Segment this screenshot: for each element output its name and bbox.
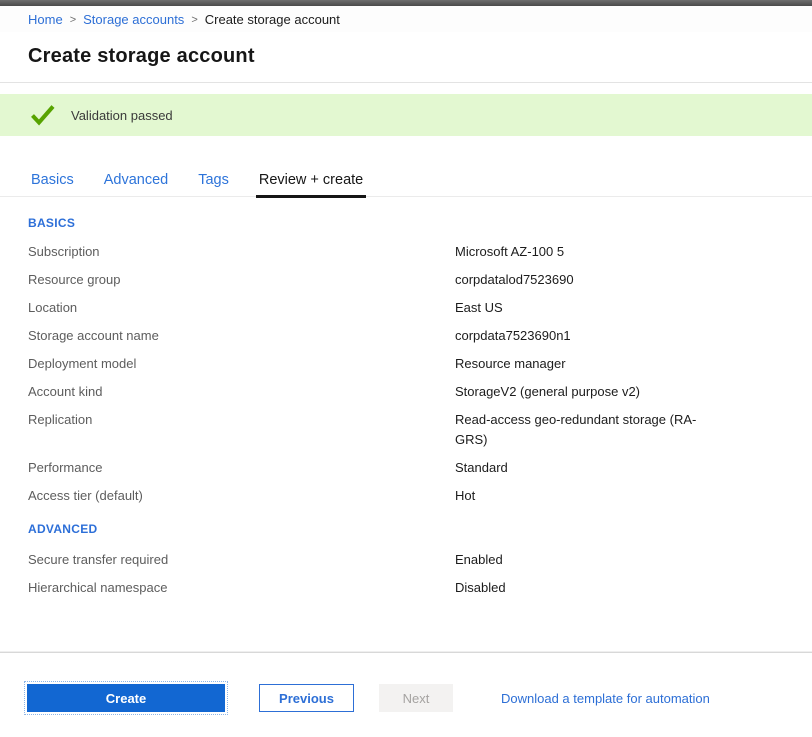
next-button[interactable]: Next	[379, 684, 453, 712]
review-row: Secure transfer requiredEnabled	[28, 550, 812, 570]
row-label: Secure transfer required	[28, 550, 455, 570]
row-value: Read-access geo-redundant storage (RA-GR…	[455, 410, 710, 450]
breadcrumb-separator-icon: >	[70, 13, 76, 26]
row-label: Subscription	[28, 242, 455, 262]
breadcrumb-item[interactable]: Home	[28, 12, 63, 27]
review-row: Resource groupcorpdatalod7523690	[28, 270, 812, 290]
create-button[interactable]: Create	[27, 684, 225, 712]
row-value: Resource manager	[455, 354, 710, 374]
previous-button[interactable]: Previous	[259, 684, 354, 712]
review-row: Storage account namecorpdata7523690n1	[28, 326, 812, 346]
row-label: Deployment model	[28, 354, 455, 374]
validation-banner: Validation passed	[0, 94, 812, 136]
row-value: Standard	[455, 458, 710, 478]
review-row: PerformanceStandard	[28, 458, 812, 478]
row-value: Enabled	[455, 550, 710, 570]
footer-actions: Create Previous Next Download a template…	[0, 684, 812, 712]
section-heading: ADVANCED	[28, 522, 812, 536]
review-row: Account kindStorageV2 (general purpose v…	[28, 382, 812, 402]
row-label: Storage account name	[28, 326, 455, 346]
checkmark-icon	[30, 104, 56, 126]
row-label: Hierarchical namespace	[28, 578, 455, 598]
row-label: Access tier (default)	[28, 486, 455, 506]
row-value: Hot	[455, 486, 710, 506]
review-row: ReplicationRead-access geo-redundant sto…	[28, 410, 812, 450]
row-label: Resource group	[28, 270, 455, 290]
row-value: Microsoft AZ-100 5	[455, 242, 710, 262]
section-heading: BASICS	[28, 216, 812, 230]
breadcrumb-item: Create storage account	[205, 12, 340, 27]
review-row: Access tier (default)Hot	[28, 486, 812, 506]
tab-bar: Basics Advanced Tags Review + create	[0, 172, 812, 197]
create-storage-account-page: Home > Storage accounts > Create storage acc…	[0, 0, 812, 737]
row-label: Location	[28, 298, 455, 318]
review-row: SubscriptionMicrosoft AZ-100 5	[28, 242, 812, 262]
row-value: StorageV2 (general purpose v2)	[455, 382, 710, 402]
page-title: Create storage account	[28, 45, 812, 68]
validation-text: Validation passed	[71, 108, 173, 123]
row-value: Disabled	[455, 578, 710, 598]
footer-divider	[0, 652, 812, 653]
row-value: East US	[455, 298, 710, 318]
review-row: LocationEast US	[28, 298, 812, 318]
header-divider	[0, 82, 812, 83]
review-row: Hierarchical namespaceDisabled	[28, 578, 812, 598]
row-label: Replication	[28, 410, 455, 450]
breadcrumb-separator-icon: >	[191, 13, 197, 26]
row-label: Account kind	[28, 382, 455, 402]
breadcrumb-item[interactable]: Storage accounts	[83, 12, 184, 27]
row-label: Performance	[28, 458, 455, 478]
breadcrumb: Home > Storage accounts > Create storage acc…	[0, 6, 812, 32]
review-sections: BASICSSubscriptionMicrosoft AZ-100 5Reso…	[0, 197, 812, 598]
tab-tags[interactable]: Tags	[195, 172, 232, 198]
tab-advanced[interactable]: Advanced	[101, 172, 172, 198]
tab-basics[interactable]: Basics	[28, 172, 77, 198]
row-value: corpdatalod7523690	[455, 270, 710, 290]
row-value: corpdata7523690n1	[455, 326, 710, 346]
download-template-link[interactable]: Download a template for automation	[501, 691, 710, 706]
review-row: Deployment modelResource manager	[28, 354, 812, 374]
tab-review-create[interactable]: Review + create	[256, 172, 366, 198]
